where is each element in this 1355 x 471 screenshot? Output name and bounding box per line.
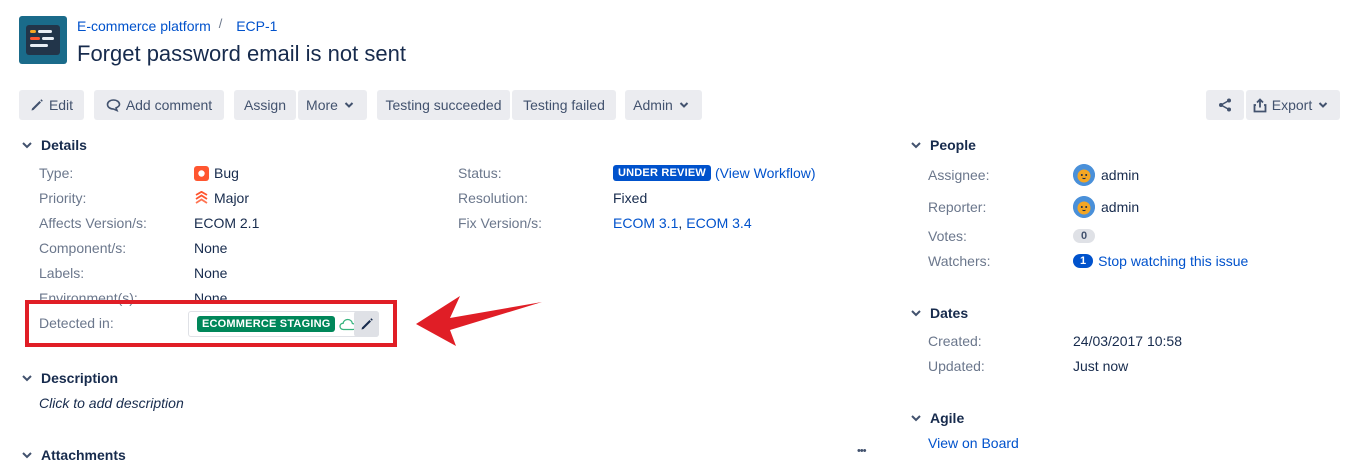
affects-version-label: Affects Version/s: xyxy=(39,215,147,231)
affects-version-value: ECOM 2.1 xyxy=(194,215,260,231)
pencil-icon xyxy=(361,318,373,330)
component-label: Component/s: xyxy=(39,240,127,256)
user-avatar xyxy=(1073,196,1095,218)
fix-version-label: Fix Version/s: xyxy=(458,215,543,231)
priority-major-icon xyxy=(195,190,208,204)
share-button[interactable] xyxy=(1206,90,1244,120)
labels-label: Labels: xyxy=(39,265,85,281)
watchers-label: Watchers: xyxy=(928,253,991,269)
status-label: Status: xyxy=(458,165,502,181)
description-heading: Description xyxy=(41,370,119,386)
assign-button[interactable]: Assign xyxy=(234,90,296,120)
bug-icon xyxy=(194,165,209,181)
testing-failed-label: Testing failed xyxy=(523,97,605,113)
chevron-down-icon xyxy=(911,415,921,422)
pencil-icon xyxy=(31,99,43,111)
admin-dropdown[interactable]: Admin xyxy=(625,90,702,120)
testing-succeeded-button[interactable]: Testing succeeded xyxy=(377,90,510,120)
edit-detected-in-button[interactable] xyxy=(354,311,379,337)
reporter-value[interactable]: admin xyxy=(1073,196,1139,218)
assign-label: Assign xyxy=(243,97,287,113)
project-avatar[interactable] xyxy=(19,16,67,64)
details-heading: Details xyxy=(41,137,87,153)
edit-button[interactable]: Edit xyxy=(19,90,84,120)
resolution-value: Fixed xyxy=(613,190,648,206)
chevron-down-icon xyxy=(22,375,32,382)
comment-icon xyxy=(106,99,121,112)
export-icon xyxy=(1253,97,1267,112)
fix-version-link-1[interactable]: ECOM 3.1 xyxy=(613,215,678,231)
breadcrumb-separator: / xyxy=(218,16,223,31)
more-dropdown[interactable]: More xyxy=(298,90,367,120)
share-icon xyxy=(1219,98,1231,112)
testing-succeeded-label: Testing succeeded xyxy=(385,97,502,113)
breadcrumb: E-commerce platform / ECP-1 xyxy=(77,16,277,34)
agile-heading: Agile xyxy=(930,410,965,426)
testing-failed-button[interactable]: Testing failed xyxy=(512,90,616,120)
updated-label: Updated: xyxy=(928,358,985,374)
breadcrumb-issue-key-link[interactable]: ECP-1 xyxy=(236,18,277,34)
people-section-toggle[interactable]: People xyxy=(910,137,976,153)
chevron-down-icon xyxy=(22,142,32,149)
view-workflow-link[interactable]: (View Workflow) xyxy=(715,165,816,181)
details-section-toggle[interactable]: Details xyxy=(21,137,87,153)
attachments-more-button[interactable]: ••• xyxy=(857,445,867,457)
type-value[interactable]: Bug xyxy=(194,165,239,181)
watchers-count-badge[interactable]: 1 xyxy=(1073,254,1094,268)
edit-button-label: Edit xyxy=(48,97,74,113)
status-lozenge: UNDER REVIEW xyxy=(613,165,711,181)
agile-section-toggle[interactable]: Agile xyxy=(910,410,964,426)
attachments-heading: Attachments xyxy=(41,447,126,463)
priority-value[interactable]: Major xyxy=(194,190,249,206)
chevron-down-icon xyxy=(1319,102,1328,108)
assignee-label: Assignee: xyxy=(928,167,990,183)
detected-in-label: Detected in: xyxy=(39,315,114,331)
attachments-section-toggle[interactable]: Attachments xyxy=(21,447,126,463)
reporter-label: Reporter: xyxy=(928,199,987,215)
fix-version-separator: , xyxy=(678,215,683,231)
chevron-down-icon xyxy=(911,142,921,149)
fix-version-link-2[interactable]: ECOM 3.4 xyxy=(686,215,751,231)
watchers-value: 1 Stop watching this issue xyxy=(1073,253,1248,269)
environment-lozenge: ECOMMERCE STAGING xyxy=(197,316,336,332)
annotation-arrow xyxy=(416,296,542,346)
votes-count-badge: 0 xyxy=(1073,229,1096,243)
export-dropdown[interactable]: Export xyxy=(1246,90,1340,120)
priority-label: Priority: xyxy=(39,190,87,206)
updated-value: Just now xyxy=(1073,358,1129,374)
add-comment-label: Add comment xyxy=(125,97,213,113)
add-comment-button[interactable]: Add comment xyxy=(94,90,224,120)
assignee-value[interactable]: admin xyxy=(1073,164,1139,186)
labels-value[interactable]: None xyxy=(194,265,227,281)
issue-title[interactable]: Forget password email is not sent xyxy=(77,41,406,67)
chevron-down-icon xyxy=(344,102,354,108)
description-placeholder[interactable]: Click to add description xyxy=(39,395,184,411)
detected-in-value[interactable]: ECOMMERCE STAGING xyxy=(197,316,358,332)
view-on-board-link[interactable]: View on Board xyxy=(928,435,1019,451)
more-label: More xyxy=(306,97,338,113)
created-value: 24/03/2017 10:58 xyxy=(1073,333,1182,349)
admin-label: Admin xyxy=(633,97,673,113)
description-section-toggle[interactable]: Description xyxy=(21,370,118,386)
dates-section-toggle[interactable]: Dates xyxy=(910,305,968,321)
dates-heading: Dates xyxy=(930,305,969,321)
people-heading: People xyxy=(930,137,976,153)
resolution-label: Resolution: xyxy=(458,190,529,206)
created-label: Created: xyxy=(928,333,982,349)
fix-version-value: ECOM 3.1 , ECOM 3.4 xyxy=(613,215,752,231)
stop-watching-link[interactable]: Stop watching this issue xyxy=(1098,253,1248,269)
user-avatar xyxy=(1073,164,1095,186)
component-value: None xyxy=(194,240,228,256)
type-label: Type: xyxy=(39,165,74,181)
status-value: UNDER REVIEW (View Workflow) xyxy=(613,165,816,181)
votes-label: Votes: xyxy=(928,228,967,244)
votes-value[interactable]: 0 xyxy=(1073,229,1099,243)
breadcrumb-project-link[interactable]: E-commerce platform xyxy=(77,18,211,34)
export-label: Export xyxy=(1271,97,1313,113)
chevron-down-icon xyxy=(911,310,921,317)
chevron-down-icon xyxy=(22,452,32,459)
chevron-down-icon xyxy=(679,102,689,108)
